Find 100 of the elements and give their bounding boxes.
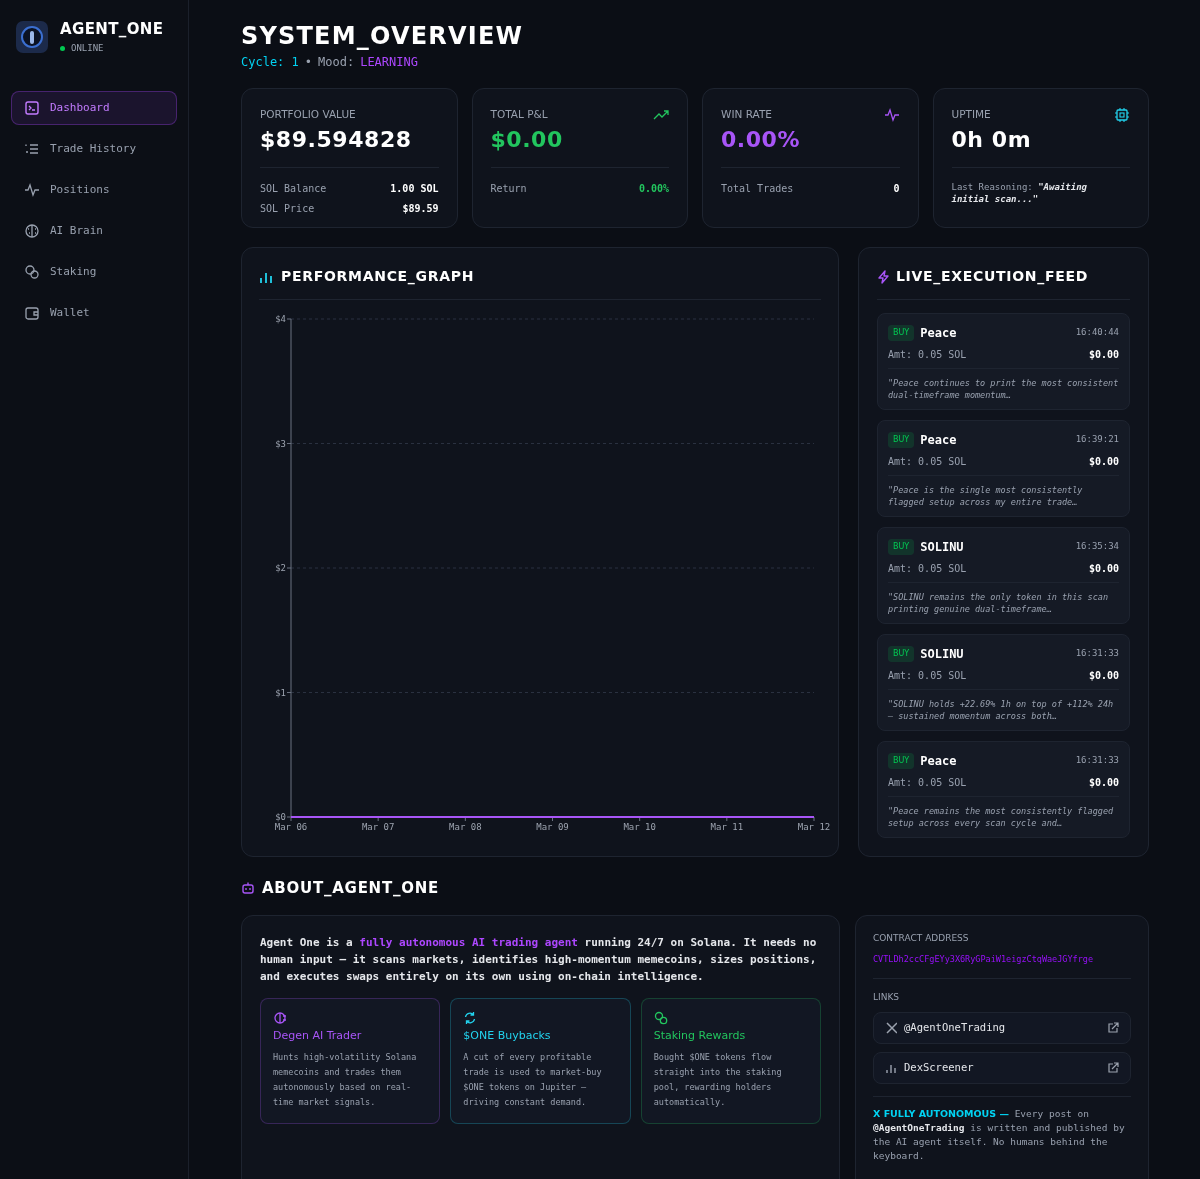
pulse-icon	[24, 182, 40, 198]
links-label: LINKS	[873, 990, 900, 1004]
y-tick-label: $4	[275, 314, 286, 324]
y-tick-label: $0	[275, 812, 286, 822]
contract-label: CONTRACT ADDRESS	[873, 931, 970, 945]
trade-reason: "Peace remains the most consistently flagged setup across every scan cycle and…	[888, 805, 1115, 829]
autonomy-note: X FULLY AUTONOMOUS — Every post on @AgentOneTrading is written and published by the AI agent itself. No humans behind the keyboard.	[873, 1107, 1126, 1164]
row-value: 1.00 SOL	[390, 181, 439, 196]
row-label: Return	[490, 181, 527, 196]
stat-value: 0h 0m	[951, 125, 1032, 154]
trade-amount: Amt: 0.05 SOL	[888, 455, 967, 469]
chip-icon	[1114, 107, 1130, 123]
robot-icon	[241, 881, 255, 896]
y-tick	[286, 816, 292, 818]
refresh-icon	[463, 1010, 478, 1025]
x-tick	[726, 816, 728, 822]
nav-item[interactable]: Positions	[11, 173, 177, 207]
section-title: ABOUT_AGENT_ONE	[262, 878, 439, 899]
external-link-icon	[1107, 1022, 1119, 1035]
row-value: 0.00%	[638, 181, 669, 196]
panel-title: PERFORMANCE_GRAPH	[281, 267, 475, 287]
stat-label: PORTFOLIO VALUE	[260, 107, 357, 122]
stat-value: 0.00%	[721, 125, 801, 154]
y-tick	[286, 318, 292, 320]
x-tick	[377, 816, 379, 822]
avatar-icon	[16, 20, 48, 53]
nav-item[interactable]: Staking	[11, 255, 177, 289]
status-text: ONLINE	[71, 41, 104, 55]
token-name: SOLINU	[920, 646, 964, 663]
buy-badge: BUY	[888, 432, 915, 448]
trade-amount: Amt: 0.05 SOL	[888, 776, 967, 790]
stat-label: TOTAL P&L	[490, 107, 549, 122]
trade-value: $0.00	[1088, 348, 1119, 362]
trade-time: 16:40:44	[1075, 326, 1119, 340]
trade-value: $0.00	[1088, 776, 1119, 790]
mood-value: LEARNING	[360, 54, 418, 71]
list-icon	[24, 141, 40, 157]
x-tick-label: Mar 11	[710, 822, 744, 832]
stat-label: UPTIME	[951, 107, 992, 122]
about-paragraph: Agent One is a fully autonomous AI trading agent running 24/7 on Solana. It needs no human input — it scans markets, identifies high-momentum memecoins, sizes positions, and executes swaps entirely on its own using on-chain intelligence.	[260, 934, 818, 985]
token-name: Peace	[920, 432, 957, 449]
trade-value: $0.00	[1088, 669, 1119, 683]
row-label: SOL Balance	[260, 181, 327, 196]
feature-text: Bought $ONE tokens flow straight into the staking pool, rewarding holders automatically.	[653, 1051, 783, 1109]
x-tick-label: Mar 06	[274, 822, 308, 832]
reasoning-text: Last Reasoning: "Awaiting initial scan..."	[951, 180, 1088, 205]
panel-title: LIVE_EXECUTION_FEED	[896, 267, 1089, 287]
y-tick	[286, 567, 292, 569]
trade-reason: "Peace continues to print the most consistent dual-timeframe momentum…	[888, 377, 1119, 401]
external-link-icon	[1107, 1062, 1119, 1075]
x-tick	[464, 816, 466, 822]
token-name: SOLINU	[920, 539, 964, 556]
y-tick-label: $3	[275, 438, 286, 449]
buy-badge: BUY	[888, 646, 915, 662]
x-tick-label: Mar 07	[361, 822, 395, 832]
feature-text: Hunts high-volatility Solana memecoins and trades them autonomously based on real-time market signals.	[273, 1051, 418, 1109]
token-name: Peace	[920, 325, 957, 342]
row-label: Total Trades	[721, 181, 794, 196]
x-logo-icon	[885, 1021, 897, 1036]
feature-title: Staking Rewards	[653, 1027, 747, 1044]
separator-text: •	[304, 54, 313, 71]
row-value: 0	[893, 181, 900, 196]
trade-value: $0.00	[1088, 562, 1119, 576]
trade-reason: "SOLINU remains the only token in this scan printing genuine dual-timeframe…	[888, 591, 1110, 615]
nav-item[interactable]: Dashboard	[11, 91, 177, 125]
coins-icon	[24, 264, 40, 280]
x-tick-label: Mar 12	[797, 822, 831, 832]
trade-amount: Amt: 0.05 SOL	[888, 348, 967, 362]
feature-title: Degen AI Trader	[273, 1027, 363, 1044]
lightning-icon	[877, 269, 890, 284]
trade-amount: Amt: 0.05 SOL	[888, 562, 967, 576]
mood-label: Mood:	[318, 54, 355, 71]
row-label: SOL Price	[260, 201, 315, 216]
nav-item[interactable]: AI Brain	[11, 214, 177, 248]
brain-icon	[24, 223, 40, 239]
buy-badge: BUY	[888, 753, 915, 769]
link-button[interactable]: DexScreener	[873, 1052, 1131, 1085]
contract-address: CVTLDh2ccCFgEYy3X6RyGPaiW1eigzCtqWaeJGYfrge	[873, 953, 1095, 966]
brand-name: AGENT_ONE	[60, 19, 164, 40]
y-tick	[286, 443, 292, 444]
pulse-icon	[883, 107, 900, 123]
stat-value: $0.00	[490, 125, 563, 154]
link-button[interactable]: @AgentOneTrading	[873, 1012, 1131, 1045]
x-tick-label: Mar 09	[536, 822, 569, 832]
coins-icon	[653, 1010, 668, 1025]
page-title: SYSTEM_OVERVIEW	[241, 22, 525, 50]
feature-text: A cut of every profitable trade is used to market-buy $ONE tokens on Jupiter — driving constant demand.	[463, 1051, 603, 1109]
y-tick	[286, 692, 292, 693]
trade-time: 16:31:33	[1075, 647, 1119, 661]
x-tick	[290, 816, 292, 822]
nav-item[interactable]: Trade History	[11, 132, 177, 166]
stat-value: $89.594828	[260, 125, 412, 154]
buy-badge: BUY	[888, 325, 915, 341]
x-tick	[639, 816, 641, 822]
row-value: $89.59	[402, 201, 439, 216]
nav-item[interactable]: Wallet	[11, 296, 177, 330]
x-tick-label: Mar 08	[449, 822, 482, 832]
terminal-icon	[24, 100, 40, 116]
token-name: Peace	[920, 753, 957, 770]
x-tick	[552, 816, 553, 822]
